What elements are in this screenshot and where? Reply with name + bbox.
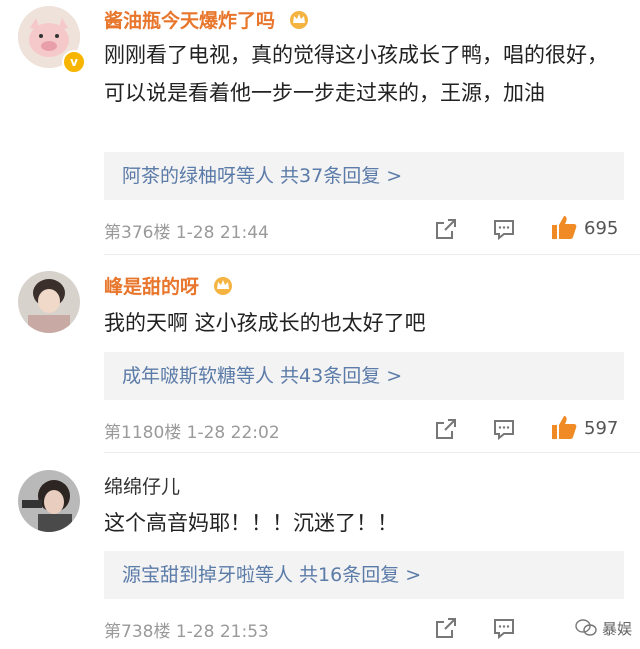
crown-icon	[213, 277, 232, 295]
comment-text: 刚刚看了电视，真的觉得这小孩成长了鸭，唱的很好，可以说是看着他一步一步走过来的，…	[104, 43, 608, 105]
watermark: 暴娱	[575, 618, 632, 639]
like-icon[interactable]	[550, 213, 578, 241]
vip-badge-icon: v	[62, 50, 86, 74]
comment-icon[interactable]	[492, 616, 516, 640]
floor-time: 第376楼 1-28 21:44	[104, 223, 269, 243]
replies-link[interactable]: 成年啵斯软糖等人 共43条回复 >	[104, 352, 624, 400]
comment-text: 这个高音妈耶！！！沉迷了！！	[104, 511, 398, 535]
floor-time: 第1180楼 1-28 22:02	[104, 423, 280, 443]
share-icon[interactable]	[434, 616, 458, 640]
crown-icon	[289, 11, 308, 29]
comment-text: 我的天啊 这小孩成长的也太好了吧	[104, 311, 426, 335]
divider	[104, 452, 640, 453]
avatar[interactable]	[18, 470, 80, 532]
wechat-icon	[575, 619, 597, 636]
replies-link[interactable]: 源宝甜到掉牙啦等人 共16条回复 >	[104, 551, 624, 599]
like-icon[interactable]	[550, 413, 578, 441]
like-count: 597	[584, 418, 619, 439]
comment-icon[interactable]	[492, 417, 516, 441]
like-count: 695	[584, 218, 619, 239]
share-icon[interactable]	[434, 417, 458, 441]
avatar[interactable]	[18, 271, 80, 333]
username[interactable]: 绵绵仔儿	[104, 472, 180, 499]
share-icon[interactable]	[434, 217, 458, 241]
comment-icon[interactable]	[492, 217, 516, 241]
comment-item: v 酱油瓶今天爆炸了吗 刚刚看了电视，真的觉得这小孩成长了鸭，唱的很好，可以说是…	[0, 0, 640, 255]
username[interactable]: 峰是甜的呀	[104, 272, 234, 299]
floor-time: 第738楼 1-28 21:53	[104, 622, 269, 642]
divider	[104, 254, 640, 255]
replies-link[interactable]: 阿茶的绿柚呀等人 共37条回复 >	[104, 152, 624, 200]
username[interactable]: 酱油瓶今天爆炸了吗	[104, 6, 310, 33]
